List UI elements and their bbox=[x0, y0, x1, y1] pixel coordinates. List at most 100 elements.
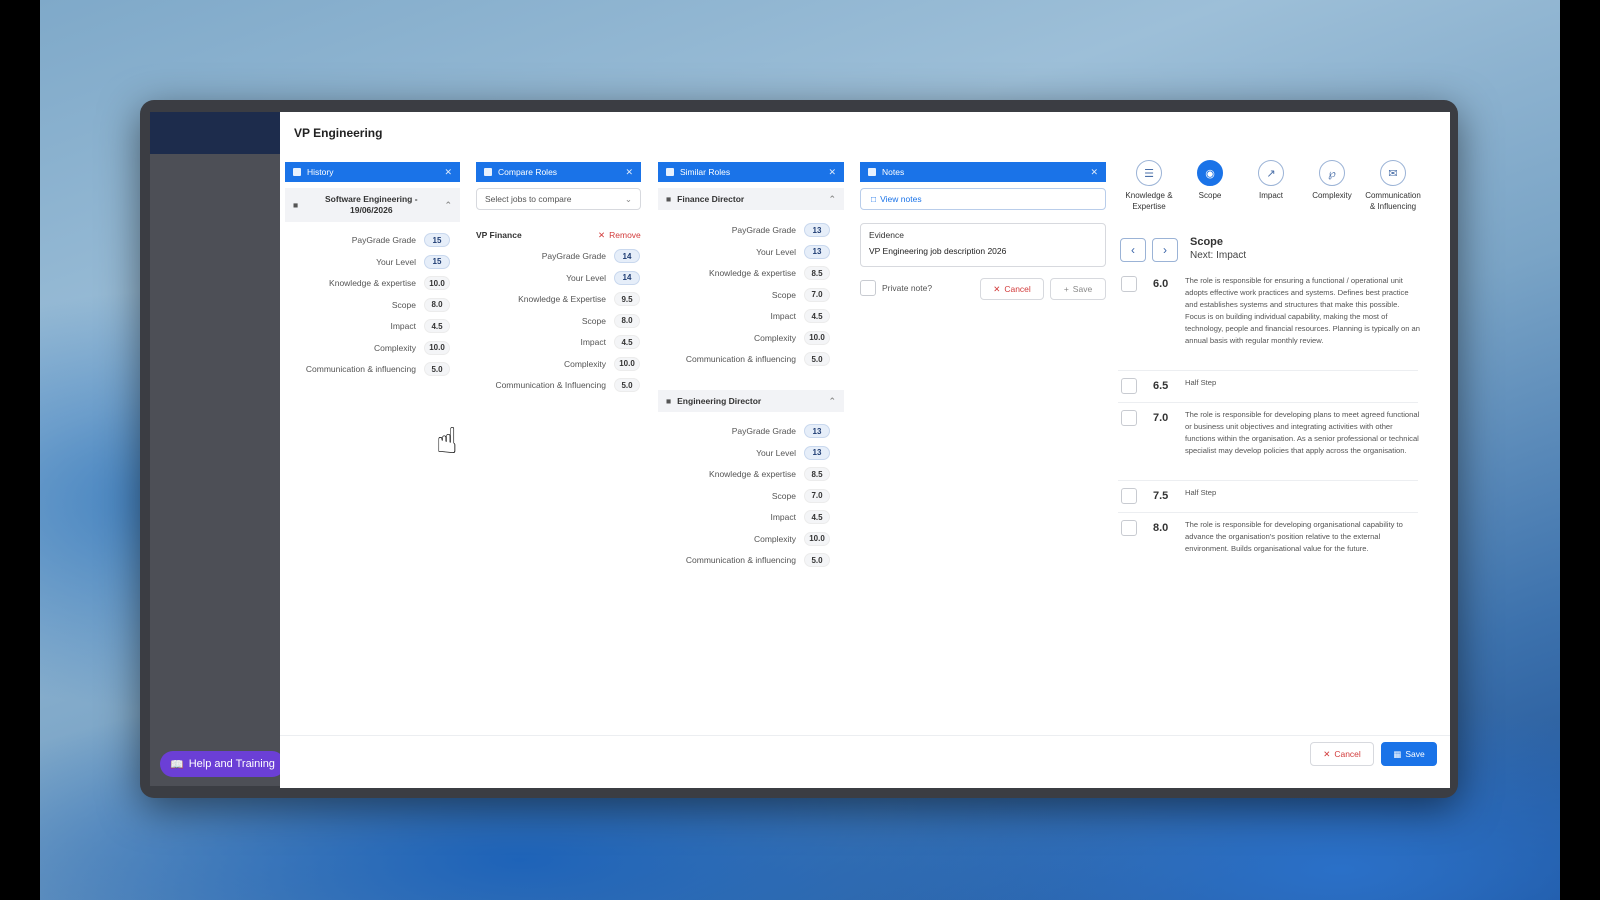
metric-value: 13 bbox=[804, 244, 830, 259]
footer-divider bbox=[280, 735, 1450, 736]
chevron-up-icon[interactable]: ⌃ bbox=[444, 200, 452, 211]
footer-save-button[interactable]: ▦ Save bbox=[1381, 742, 1437, 766]
chevron-right-icon: › bbox=[1163, 243, 1167, 257]
close-icon[interactable]: ✕ bbox=[444, 167, 452, 178]
factor-tab[interactable]: ↗ Impact bbox=[1240, 160, 1302, 201]
page-title: VP Engineering bbox=[294, 126, 383, 140]
similar-group-finance-director[interactable]: ■ Finance Director ⌃ bbox=[658, 188, 844, 210]
level-divider bbox=[1118, 512, 1418, 513]
close-icon[interactable]: ✕ bbox=[828, 167, 836, 178]
level-description: The role is responsible for developing p… bbox=[1185, 410, 1420, 455]
view-notes-button[interactable]: □ View notes bbox=[860, 188, 1106, 210]
factor-tab[interactable]: ✉ Communication & Influencing bbox=[1362, 160, 1424, 212]
level-value: 6.0 bbox=[1153, 278, 1169, 290]
footer-cancel-button[interactable]: ✕ Cancel bbox=[1310, 742, 1374, 766]
help-label: Help and Training bbox=[188, 758, 275, 770]
close-icon[interactable]: ✕ bbox=[625, 167, 633, 178]
metric-row: Scope 7.0 bbox=[280, 287, 830, 303]
metric-label: Scope bbox=[771, 490, 796, 501]
evidence-value: VP Engineering job description 2026 bbox=[869, 246, 1007, 256]
chevron-left-icon: ‹ bbox=[1131, 243, 1135, 257]
history-entry-label: Software Engineering - 19/06/2026 bbox=[325, 194, 418, 215]
level-checkbox[interactable] bbox=[1121, 378, 1137, 394]
metric-row: Your Level 13 bbox=[280, 445, 830, 461]
metric-label: PayGrade Grade bbox=[731, 426, 796, 436]
metric-value: 8.5 bbox=[804, 467, 830, 481]
chevron-up-icon[interactable]: ⌃ bbox=[828, 396, 836, 407]
metric-row: Impact 4.5 bbox=[280, 509, 830, 525]
chevron-down-icon: ⌄ bbox=[624, 193, 632, 204]
factor-tab-label: Impact bbox=[1258, 191, 1283, 200]
metric-label: Communication & Influencing bbox=[495, 380, 606, 390]
history-entry[interactable]: ■ Software Engineering - 19/06/2026 ⌃ bbox=[285, 188, 460, 222]
group-name: Engineering Director bbox=[677, 396, 762, 406]
briefcase-icon: ■ bbox=[666, 396, 672, 406]
close-icon: ✕ bbox=[993, 283, 1001, 294]
similar-group-engineering-director[interactable]: ■ Engineering Director ⌃ bbox=[658, 390, 844, 412]
history-title: History bbox=[307, 167, 334, 177]
notes-panel-header: Notes ✕ bbox=[860, 162, 1106, 182]
evidence-label: Evidence bbox=[869, 230, 904, 240]
metric-value: 10.0 bbox=[804, 330, 830, 345]
similar-title: Similar Roles bbox=[680, 167, 731, 177]
metric-value: 5.0 bbox=[804, 553, 830, 567]
metric-value: 7.0 bbox=[804, 488, 830, 503]
cancel-label: Cancel bbox=[1334, 749, 1361, 759]
metric-row: Communication & Influencing 5.0 bbox=[280, 377, 640, 393]
previous-arrow-button[interactable]: ‹ bbox=[1120, 238, 1146, 262]
briefcase-icon: ■ bbox=[666, 194, 672, 204]
factor-tab[interactable]: ☰ Knowledge & Expertise bbox=[1118, 160, 1180, 212]
view-notes-label: View notes bbox=[880, 194, 922, 204]
notes-title: Notes bbox=[882, 167, 905, 177]
metric-label: Communication & influencing bbox=[685, 555, 796, 565]
close-icon[interactable]: ✕ bbox=[1090, 167, 1098, 178]
metric-value: 10.0 bbox=[804, 531, 830, 546]
factor-tab[interactable]: ℘ Complexity bbox=[1301, 160, 1363, 201]
compare-select[interactable]: Select jobs to compare ⌄ bbox=[476, 188, 641, 210]
level-checkbox[interactable] bbox=[1121, 520, 1137, 536]
metric-row: Communication & influencing 5.0 bbox=[280, 552, 830, 568]
level-checkbox[interactable] bbox=[1121, 276, 1137, 292]
next-factor: Next: Impact bbox=[1190, 250, 1247, 261]
metric-row: PayGrade Grade 13 bbox=[280, 423, 830, 439]
level-checkbox[interactable] bbox=[1121, 410, 1137, 426]
private-note-checkbox[interactable] bbox=[860, 280, 876, 296]
group-name: Finance Director bbox=[677, 194, 745, 204]
factor-tab[interactable]: ◉ Scope bbox=[1179, 160, 1241, 201]
book-icon: 📖 bbox=[170, 758, 184, 771]
history-icon bbox=[293, 168, 301, 176]
binoculars-icon: ◉ bbox=[1197, 160, 1223, 186]
next-arrow-button[interactable]: › bbox=[1152, 238, 1178, 262]
level-description: Half Step bbox=[1185, 378, 1217, 387]
metric-value: 8.5 bbox=[804, 266, 830, 280]
close-icon: ✕ bbox=[1323, 748, 1331, 759]
note-icon bbox=[868, 168, 876, 176]
level-divider bbox=[1118, 402, 1418, 403]
compare-icon bbox=[484, 168, 492, 176]
level-divider bbox=[1118, 370, 1418, 371]
notes-cancel-button[interactable]: ✕ Cancel bbox=[980, 278, 1044, 300]
metric-value: 5.0 bbox=[804, 352, 830, 366]
metric-row: Impact 4.5 bbox=[280, 308, 830, 324]
metric-row: Scope 7.0 bbox=[280, 488, 830, 504]
chevron-up-icon[interactable]: ⌃ bbox=[828, 194, 836, 205]
help-and-training-button[interactable]: 📖 Help and Training bbox=[160, 751, 285, 777]
metric-row: Knowledge & expertise 8.5 bbox=[280, 265, 830, 281]
metric-value: 13 bbox=[804, 223, 830, 237]
notes-save-button[interactable]: + Save bbox=[1050, 278, 1106, 300]
metric-label: Complexity bbox=[753, 332, 796, 343]
file-icon: □ bbox=[871, 194, 877, 204]
level-value: 8.0 bbox=[1153, 522, 1169, 534]
metric-value: 13 bbox=[804, 445, 830, 460]
factor-tab-label: Communication & Influencing bbox=[1365, 191, 1421, 211]
level-description: Half Step bbox=[1185, 488, 1217, 497]
private-note-label: Private note? bbox=[882, 283, 933, 293]
metric-row: PayGrade Grade 13 bbox=[280, 222, 830, 238]
graduation-icon: ☰ bbox=[1136, 160, 1162, 186]
sidebar bbox=[150, 154, 280, 786]
level-value: 6.5 bbox=[1153, 380, 1169, 392]
level-checkbox[interactable] bbox=[1121, 488, 1137, 504]
metric-label: Your Level bbox=[756, 447, 796, 458]
history-panel-header: History ✕ bbox=[285, 162, 460, 182]
evidence-textarea[interactable]: Evidence VP Engineering job description … bbox=[860, 223, 1106, 267]
